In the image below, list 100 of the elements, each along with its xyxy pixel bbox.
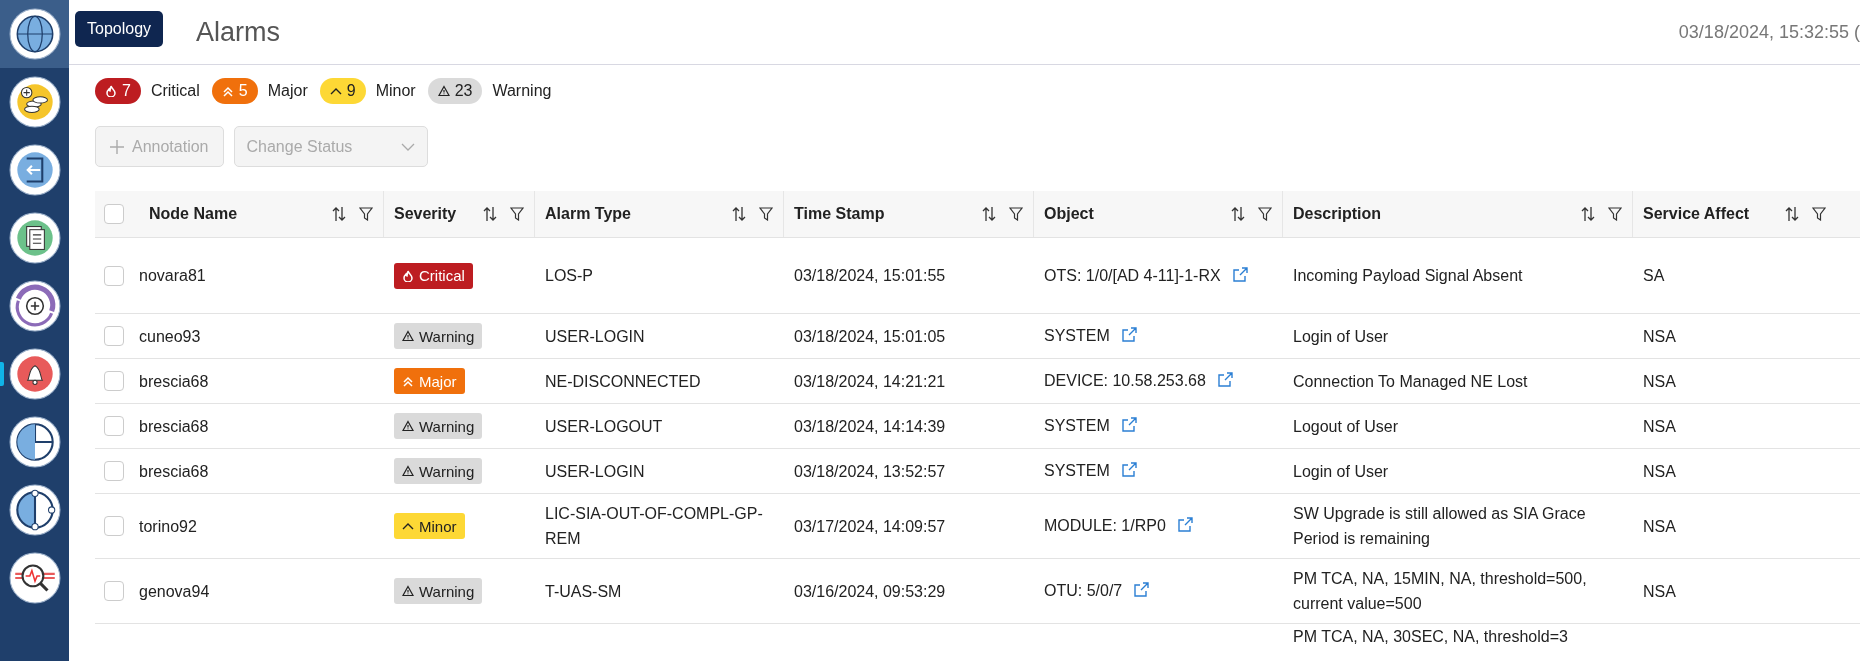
table-cell-text: cuneo93 (139, 326, 201, 347)
external-link-icon[interactable] (1121, 462, 1137, 477)
sort-icon[interactable] (1230, 206, 1246, 222)
magnifier-icon[interactable] (8, 552, 61, 604)
column-header[interactable]: Severity (394, 205, 457, 223)
plus-orbit-icon[interactable] (8, 280, 61, 332)
count-badge[interactable]: 9 (319, 78, 366, 104)
table-cell-text: Login of User (1293, 461, 1389, 482)
table-cell: SYSTEM (1044, 462, 1110, 479)
checkbox[interactable] (104, 326, 124, 346)
page-title: Alarms (196, 16, 280, 48)
active-indicator (0, 362, 4, 386)
table-cell-text: USER-LOGOUT (545, 416, 663, 437)
table-cell: OTS: 1/0/[AD 4-11]-1-RX (1044, 266, 1221, 284)
filter-icon[interactable] (1009, 207, 1023, 221)
severity-tag: Warning (394, 458, 483, 484)
sort-icon[interactable] (482, 206, 498, 222)
warning-icon (402, 465, 414, 477)
table-cell-text: SW Upgrade is still allowed as SIA Grace Period is remaining (1293, 504, 1587, 549)
filter-icon[interactable] (759, 207, 773, 221)
column-header[interactable]: Alarm Type (545, 205, 631, 223)
table-cell: MODULE: 1/RP0 (1044, 517, 1166, 534)
network-icon[interactable] (8, 484, 61, 536)
table-cell-text: genova94 (139, 581, 210, 602)
exit-icon[interactable] (8, 144, 61, 196)
external-link-icon[interactable] (1121, 327, 1137, 342)
table-cell-text: 03/18/2024, 14:21:21 (794, 371, 946, 392)
table-cell: PM TCA, NA, 30SEC, NA, threshold=3 (1293, 627, 1568, 647)
table-cell-text: NSA (1643, 371, 1676, 392)
timestamp: 03/18/2024, 15:32:55 ( (1678, 21, 1860, 43)
documents-icon[interactable] (8, 212, 61, 264)
table-cell-text: brescia68 (139, 371, 209, 392)
table-cell-text: NE-DISCONNECTED (545, 371, 701, 392)
severity-label: Minor (375, 82, 416, 100)
sort-icon[interactable] (731, 206, 747, 222)
severity-tag: Warning (394, 578, 483, 604)
column-header[interactable]: Time Stamp (794, 205, 885, 223)
table-cell: SYSTEM (1044, 417, 1110, 434)
table-cell-text: NSA (1643, 581, 1676, 602)
column-header[interactable]: Object (1044, 205, 1094, 223)
table-cell: SYSTEM (1044, 327, 1110, 344)
external-link-icon[interactable] (1121, 417, 1137, 432)
table-cell-text: 03/18/2024, 14:14:39 (794, 416, 946, 437)
severity-tag: Critical (394, 262, 473, 289)
severity-label: Major (267, 82, 308, 100)
checkbox[interactable] (104, 371, 124, 391)
table-cell-text: torino92 (139, 516, 197, 537)
checkbox[interactable] (104, 204, 124, 224)
severity-tag: Minor (394, 513, 465, 539)
checkbox[interactable] (104, 516, 124, 536)
table-cell-text: Logout of User (1293, 416, 1398, 437)
severity-tag: Warning (394, 323, 483, 349)
sidebar-item[interactable] (0, 0, 69, 68)
warning-icon (402, 585, 414, 597)
table-cell-text: USER-LOGIN (545, 326, 645, 347)
table-cell-text: 03/16/2024, 09:53:29 (794, 581, 946, 602)
flame-icon (105, 85, 117, 97)
table-cell-text: SA (1643, 266, 1665, 286)
table-cell-text: PM TCA, NA, 15MIN, NA, threshold=500, current value=500 (1293, 569, 1588, 614)
checkbox[interactable] (104, 581, 124, 601)
severity-label: Warning (492, 82, 552, 100)
external-link-icon[interactable] (1232, 266, 1248, 282)
table-cell-text: 03/18/2024, 15:01:55 (794, 266, 946, 286)
sort-icon[interactable] (331, 206, 347, 222)
checkbox[interactable] (104, 461, 124, 481)
filter-icon[interactable] (1258, 207, 1272, 221)
sort-icon[interactable] (981, 206, 997, 222)
sort-icon[interactable] (1784, 206, 1800, 222)
filter-icon[interactable] (1812, 207, 1826, 221)
plus-icon (110, 139, 124, 154)
tooltip: Topology (75, 11, 164, 47)
warning-icon (402, 420, 414, 432)
external-link-icon[interactable] (1177, 517, 1193, 532)
pie-chart-icon[interactable] (8, 416, 61, 468)
filter-icon[interactable] (510, 207, 524, 221)
coins-icon[interactable] (8, 76, 61, 128)
table-cell-text: NSA (1643, 416, 1676, 437)
count-badge[interactable]: 7 (95, 78, 141, 104)
count-badge[interactable]: 23 (427, 78, 483, 104)
filter-icon[interactable] (1608, 207, 1622, 221)
flame-icon (402, 269, 414, 282)
table-cell-text: LOS-P (545, 266, 593, 286)
table-cell-text: USER-LOGIN (545, 461, 645, 482)
column-header[interactable]: Node Name (149, 205, 238, 223)
severity-label: Critical (150, 82, 200, 100)
table-cell-text: Incoming Payload Signal Absent (1293, 266, 1523, 286)
checkbox[interactable] (104, 265, 124, 286)
external-link-icon[interactable] (1217, 372, 1233, 387)
column-header[interactable]: Service Affect (1643, 205, 1750, 223)
bell-icon[interactable] (8, 348, 61, 400)
filter-icon[interactable] (359, 207, 373, 221)
external-link-icon[interactable] (1134, 582, 1150, 597)
globe-icon[interactable] (8, 8, 61, 60)
table-cell-text: 03/17/2024, 14:09:57 (794, 516, 946, 537)
column-header[interactable]: Description (1293, 205, 1381, 223)
sort-icon[interactable] (1580, 206, 1596, 222)
table-cell: OTU: 5/0/7 (1044, 582, 1123, 599)
table-cell-text: novara81 (139, 266, 206, 286)
warning-icon (402, 330, 414, 342)
checkbox[interactable] (104, 416, 124, 436)
